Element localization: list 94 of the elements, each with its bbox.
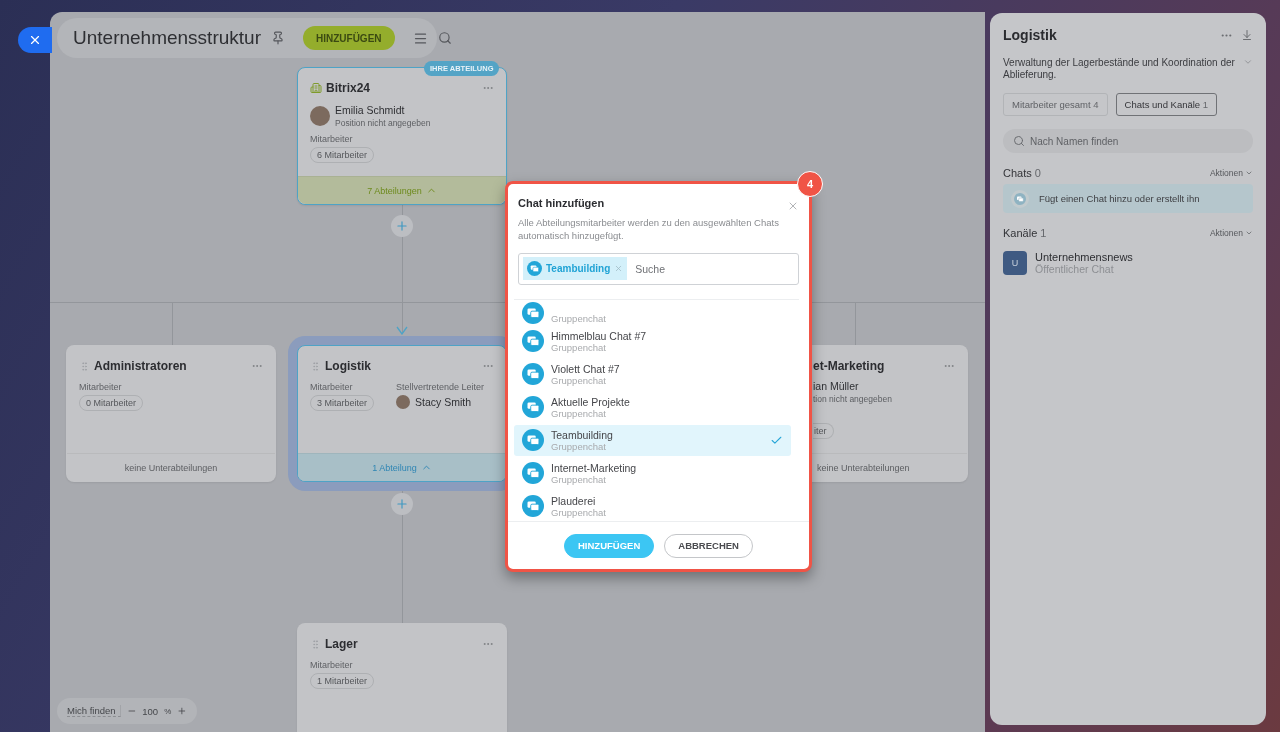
chat-icon	[522, 462, 544, 485]
add-button[interactable]: HINZUFÜGEN	[302, 26, 395, 50]
chat-icon	[522, 301, 544, 324]
drag-handle-icon[interactable]	[79, 360, 90, 372]
avatar	[396, 395, 411, 409]
chat-name: Teambuilding	[551, 428, 614, 441]
deputy-label: Stellvertretende Leiter	[396, 382, 485, 392]
add-department-button[interactable]	[391, 215, 413, 237]
arrow-head-icon	[396, 326, 408, 335]
chat-icon	[1014, 192, 1026, 205]
head-name: Emilia Schmidt	[335, 104, 406, 116]
panel-title: Logistik	[1003, 27, 1058, 43]
chat-type: Gruppenchat	[551, 506, 607, 518]
deputy-name: Stacy Smith	[415, 396, 472, 408]
zoom-unit: %	[164, 706, 172, 716]
chat-list-item[interactable]: Teambuilding Gruppenchat	[514, 424, 791, 456]
menu-icon[interactable]	[412, 30, 428, 46]
hint-text: Fügt einen Chat hinzu oder erstellt ihn	[1039, 193, 1200, 204]
chat-icon	[522, 429, 544, 452]
zoom-level: 100	[142, 705, 159, 717]
cancel-button[interactable]: ABBRECHEN	[664, 533, 753, 558]
pin-icon[interactable]	[270, 31, 285, 45]
department-name: Lager	[325, 637, 359, 651]
chat-list-item[interactable]: Gruppenchat	[514, 301, 791, 324]
section-title: Chats 0	[1003, 167, 1042, 179]
chat-name: Plauderei	[551, 494, 597, 507]
selected-chat-tag[interactable]: Teambuilding	[523, 257, 628, 281]
chat-icon	[522, 396, 544, 419]
panel-description: Verwaltung der Lagerbestände und Koordination der Ablieferung.	[1003, 57, 1236, 81]
head-position: Position nicht angegeben	[335, 118, 431, 128]
drag-handle-icon[interactable]	[310, 638, 321, 650]
department-card[interactable]: et-Marketing ian Müller tion nicht angegeben iter keine Unterabteilungen	[811, 345, 968, 482]
chat-name: Violett Chat #7	[551, 362, 621, 375]
employees-label: Mitarbeiter	[310, 660, 354, 670]
department-name: et-Marketing	[813, 359, 886, 373]
department-name: Administratoren	[94, 359, 188, 373]
panel-tab[interactable]: Chats und Kanäle 1	[1115, 93, 1218, 116]
department-card[interactable]: Administratoren Mitarbeiter 0 Mitarbeiter keine Unterabteilungen	[66, 345, 276, 482]
plus-icon	[395, 219, 409, 233]
panel-tab[interactable]: Mitarbeiter gesamt 4	[1003, 93, 1108, 116]
chat-list-item[interactable]: Internet-Marketing Gruppenchat	[514, 457, 791, 489]
caret-icon	[1245, 169, 1253, 177]
department-card[interactable]: Lager Mitarbeiter 1 Mitarbeiter	[297, 623, 507, 732]
employees-label: Mitarbeiter	[79, 382, 123, 392]
search-icon	[1013, 135, 1025, 147]
chat-selector-field[interactable]: Teambuilding Suche	[518, 253, 799, 285]
collapse-icon[interactable]	[1241, 29, 1253, 41]
employees-label: Mitarbeiter	[310, 134, 354, 144]
department-name: Logistik	[325, 359, 372, 373]
chat-list-item[interactable]: Aktuelle Projekte Gruppenchat	[514, 391, 791, 423]
section-title: Kanäle 1	[1003, 227, 1048, 239]
building-icon	[310, 82, 322, 94]
chat-name: Aktuelle Projekte	[551, 395, 631, 408]
chat-type: Gruppenchat	[551, 440, 606, 452]
zoom-in-icon[interactable]	[177, 706, 187, 716]
chat-type: Gruppenchat	[551, 407, 606, 419]
close-icon	[28, 33, 42, 47]
channel-name[interactable]: Unternehmensnews	[1035, 251, 1133, 263]
page-title: Unternehmensstruktur	[73, 27, 261, 49]
remove-icon[interactable]	[614, 264, 624, 274]
subdepartments-toggle[interactable]: keine Unterabteilungen	[124, 462, 218, 473]
chat-type: Gruppenchat	[551, 473, 606, 485]
chat-type: Gruppenchat	[551, 374, 607, 386]
search-icon[interactable]	[437, 31, 452, 45]
dialog-description: Alle Abteilungsmitarbeiter werden zu den ausgewählten Chats automatisch hinzugefügt.	[517, 216, 780, 242]
subdepartments-label: keine Unterabteilungen	[817, 462, 910, 473]
chat-list-item[interactable]: Himmelblau Chat #7 Gruppenchat	[514, 325, 791, 357]
chat-icon	[522, 363, 544, 386]
department-name: Bitrix24	[326, 81, 372, 95]
add-department-button[interactable]	[391, 493, 413, 515]
employees-label: Mitarbeiter	[310, 382, 354, 392]
chat-icon	[527, 261, 542, 277]
chat-icon	[522, 330, 544, 353]
chat-icon	[522, 495, 544, 518]
caret-icon	[1245, 229, 1253, 237]
chat-type: Gruppenchat	[551, 312, 607, 324]
find-me-link[interactable]: Mich finden	[67, 705, 121, 717]
chat-name: Internet-Marketing	[551, 461, 638, 474]
chat-list-item[interactable]: Plauderei Gruppenchat	[514, 490, 791, 522]
drag-handle-icon[interactable]	[310, 360, 321, 372]
channel-avatar: U	[1003, 251, 1027, 275]
head-name: ian Müller	[813, 380, 860, 392]
close-button[interactable]	[18, 27, 52, 53]
dialog-title: Chat hinzufügen	[518, 197, 606, 209]
actions-dropdown[interactable]: Aktionen	[1209, 228, 1253, 238]
chat-name: Himmelblau Chat #7	[551, 329, 648, 342]
chat-type: Gruppenchat	[551, 341, 607, 353]
actions-dropdown[interactable]: Aktionen	[1209, 168, 1253, 178]
plus-icon	[395, 497, 409, 511]
chat-list-item[interactable]: Violett Chat #7 Gruppenchat	[514, 358, 791, 390]
search-field[interactable]: Nach Namen finden	[1003, 129, 1253, 153]
avatar	[310, 106, 330, 126]
head-position: tion nicht angegeben	[813, 394, 893, 404]
chevron-icon[interactable]	[1243, 57, 1253, 67]
